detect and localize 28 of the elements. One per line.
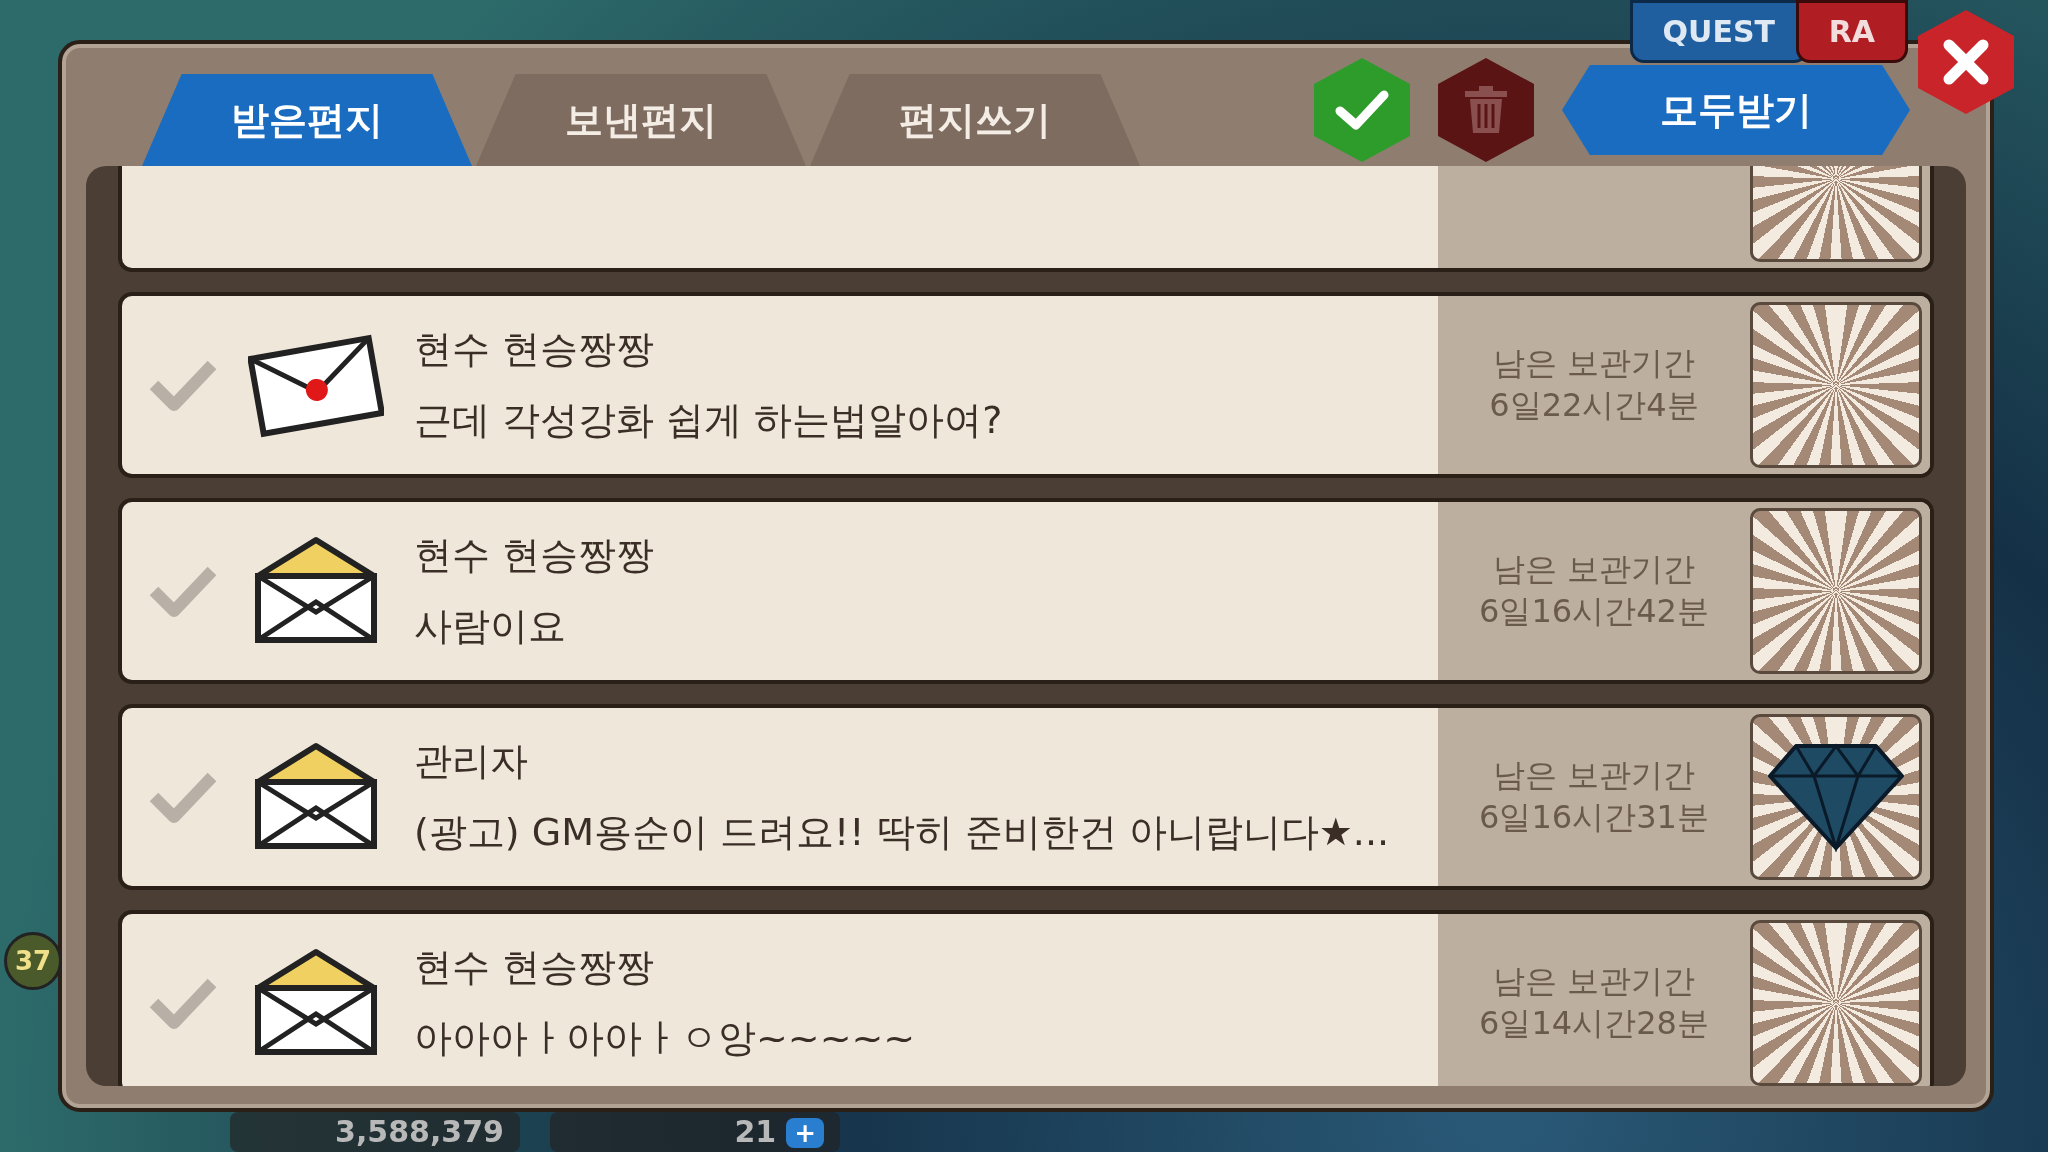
mail-row[interactable]: 현수 현승짱짱 아아아ㅏ아아ㅏㅇ앙~~~~~ 남은 보관기간 6일14시간28분 — [118, 910, 1934, 1086]
expiry-time: 남은 보관기간 6일16시간42분 — [1478, 549, 1710, 632]
coin-counter: 3,588,379 — [230, 1112, 520, 1152]
message-preview: (광고) GM용순이 드려요!! 딱히 준비한건 아니랍니다★... — [414, 809, 1390, 856]
message-preview: 사람이요 — [414, 603, 567, 650]
sender-name: 현수 현승짱짱 — [414, 532, 655, 579]
tab[interactable]: RA — [1795, 0, 1908, 63]
gem-counter: 21 + — [550, 1112, 840, 1152]
message-preview: 아아아ㅏ아아ㅏㅇ앙~~~~~ — [414, 1015, 916, 1062]
diamond-icon — [1766, 742, 1906, 852]
mail-row[interactable]: 관리자 (광고) GM용순이 드려요!! 딱히 준비한건 아니랍니다★... 남은 보관기간 6일16시간31분 — [118, 704, 1934, 890]
expiry-time: 남은 보관기간 6일22시간4분 — [1488, 343, 1700, 426]
mailbox-tab[interactable]: 편지쓰기 — [810, 74, 1140, 166]
close-icon — [1941, 37, 1991, 87]
sender-name: 현수 현승짱짱 — [414, 326, 656, 373]
add-gems-button[interactable]: + — [786, 1118, 824, 1148]
trash-icon — [1463, 85, 1509, 135]
sender-name: 현수 현승짱짱 — [414, 944, 656, 991]
accept-all-button[interactable]: 모두받기 — [1562, 65, 1910, 155]
mailbox-tab[interactable]: 보낸편지 — [476, 74, 806, 166]
mailbox-tab[interactable]: 받은편지 — [142, 74, 472, 166]
sender-name: 관리자 — [414, 738, 529, 785]
level-badge: 37 — [4, 932, 62, 990]
message-preview: 근데 각성강화 쉽게 하는법알아여? — [414, 397, 1003, 444]
expiry-time: 남은 보관기간 6일16시간31분 — [1478, 755, 1710, 838]
mail-row[interactable]: 현수 현승짱짱 근데 각성강화 쉽게 하는법알아여? 남은 보관기간 6일22시간4분 — [118, 292, 1934, 478]
expiry-time: 남은 보관기간 6일14시간28분 — [1478, 961, 1710, 1044]
mail-row[interactable]: 현수 현승짱짱 사람이요 남은 보관기간 6일16시간42분 — [118, 498, 1934, 684]
